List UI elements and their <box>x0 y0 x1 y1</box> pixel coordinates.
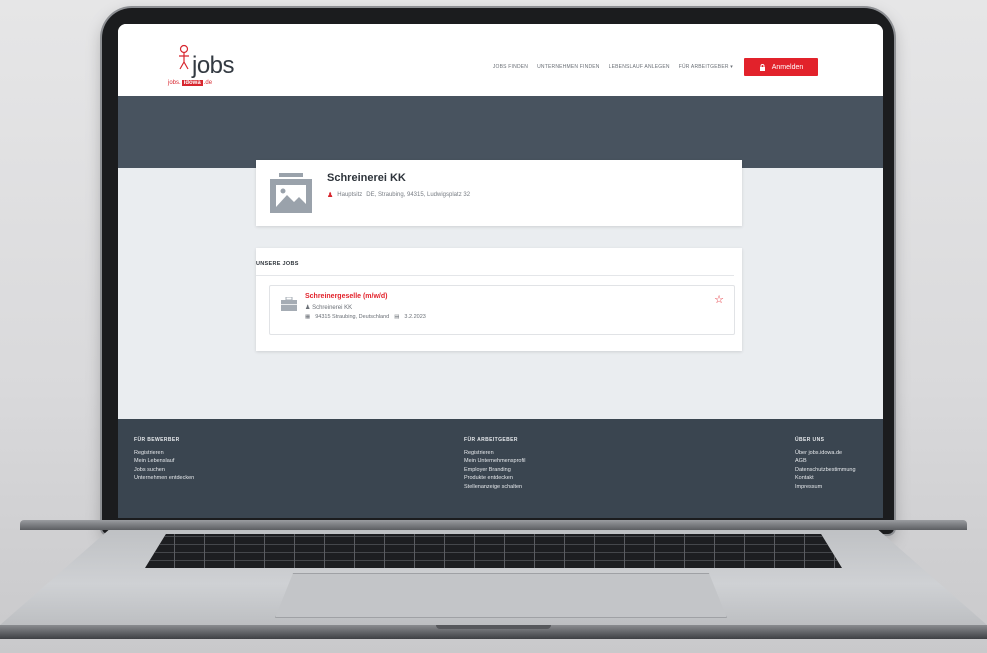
job-company: ♟ Schreinerei KK <box>305 305 353 311</box>
laptop-hinge <box>20 520 967 530</box>
footer-link[interactable]: Kontakt <box>795 474 856 483</box>
job-location: 94315 Straubing, Deutschland <box>315 314 390 320</box>
logo-domain: jobs. idowa .de <box>168 80 213 86</box>
footer-link[interactable]: Unternehmen entdecken <box>134 474 194 483</box>
login-button[interactable]: Anmelden <box>744 58 818 76</box>
browser-screen: jobs jobs. idowa .de JOBS FINDEN UNTERNEHM… <box>118 24 883 518</box>
footer-col-ueber-uns: ÜBER UNS Über jobs.idowa.de AGB Datensch… <box>795 436 856 491</box>
footer-link[interactable]: Jobs suchen <box>134 466 194 475</box>
laptop-trackpad <box>275 573 727 618</box>
footer-link[interactable]: Employer Branding <box>464 466 525 475</box>
footer-heading: FÜR BEWERBER <box>134 437 180 443</box>
nav-unternehmen-finden[interactable]: UNTERNEHMEN FINDEN <box>537 64 600 70</box>
footer-link[interactable]: AGB <box>795 457 856 466</box>
job-date: 3.2.2023 <box>404 314 426 320</box>
login-icon <box>759 63 765 71</box>
location-icon: ▦ <box>305 314 311 320</box>
site-footer: FÜR BEWERBER Registrieren Mein Lebenslau… <box>118 419 883 518</box>
logo-text: jobs <box>192 52 235 79</box>
company-banner <box>118 96 883 168</box>
laptop-notch <box>436 625 551 629</box>
company-card: Schreinerei KK ♟ Hauptsitz DE, Straubing… <box>256 160 742 226</box>
jobs-section-title: UNSERE JOBS <box>256 261 299 267</box>
footer-link[interactable]: Stellenanzeige schalten <box>464 483 525 492</box>
user-icon: ♟ <box>305 305 311 311</box>
location-type: Hauptsitz <box>337 192 363 198</box>
briefcase-icon <box>281 297 297 311</box>
site-header: jobs jobs. idowa .de JOBS FINDEN UNTERNEHM… <box>118 24 883 96</box>
footer-heading: FÜR ARBEITGEBER <box>464 437 518 443</box>
footer-link[interactable]: Produkte entdecken <box>464 474 525 483</box>
footer-link[interactable]: Impressum <box>795 483 856 492</box>
company-name: Schreinerei KK <box>327 172 406 184</box>
footer-link[interactable]: Mein Lebenslauf <box>134 457 194 466</box>
site-logo[interactable]: jobs jobs. idowa .de <box>168 42 238 92</box>
laptop-keyboard <box>145 534 842 568</box>
nav-jobs-finden[interactable]: JOBS FINDEN <box>493 64 528 70</box>
nav-lebenslauf-anlegen[interactable]: LEBENSLAUF ANLEGEN <box>609 64 670 70</box>
image-placeholder-icon <box>270 173 312 213</box>
company-address: ♟ Hauptsitz DE, Straubing, 94315, Ludwig… <box>327 191 470 199</box>
calendar-icon: ▤ <box>394 314 400 320</box>
footer-col-bewerber: FÜR BEWERBER Registrieren Mein Lebenslau… <box>134 436 194 483</box>
main-nav: JOBS FINDEN UNTERNEHMEN FINDEN LEBENSLAU… <box>493 64 733 70</box>
footer-link[interactable]: Mein Unternehmensprofil <box>464 457 525 466</box>
star-icon[interactable]: ☆ <box>714 293 724 306</box>
footer-link[interactable]: Registrieren <box>464 449 525 458</box>
login-label: Anmelden <box>771 63 804 71</box>
logo-figure-icon <box>179 44 189 70</box>
divider <box>256 275 734 276</box>
footer-link[interactable]: Datenschutzbestimmung <box>795 466 856 475</box>
job-meta: ▦ 94315 Straubing, Deutschland ▤ 3.2.202… <box>305 314 426 320</box>
footer-heading: ÜBER UNS <box>795 437 825 443</box>
job-list-item[interactable]: Schreinergeselle (m/w/d) ♟ Schreinerei K… <box>269 285 735 335</box>
jobs-card: UNSERE JOBS Schreinergeselle (m/w/d) ♟ S… <box>256 248 742 351</box>
address-text: DE, Straubing, 94315, Ludwigsplatz 32 <box>366 192 471 198</box>
job-title-link[interactable]: Schreinergeselle (m/w/d) <box>305 293 387 300</box>
footer-link[interactable]: Über jobs.idowa.de <box>795 449 856 458</box>
nav-fuer-arbeitgeber[interactable]: FÜR ARBEITGEBER ▾ <box>679 64 733 70</box>
footer-link[interactable]: Registrieren <box>134 449 194 458</box>
pin-icon: ♟ <box>327 192 334 199</box>
footer-col-arbeitgeber: FÜR ARBEITGEBER Registrieren Mein Untern… <box>464 436 525 491</box>
